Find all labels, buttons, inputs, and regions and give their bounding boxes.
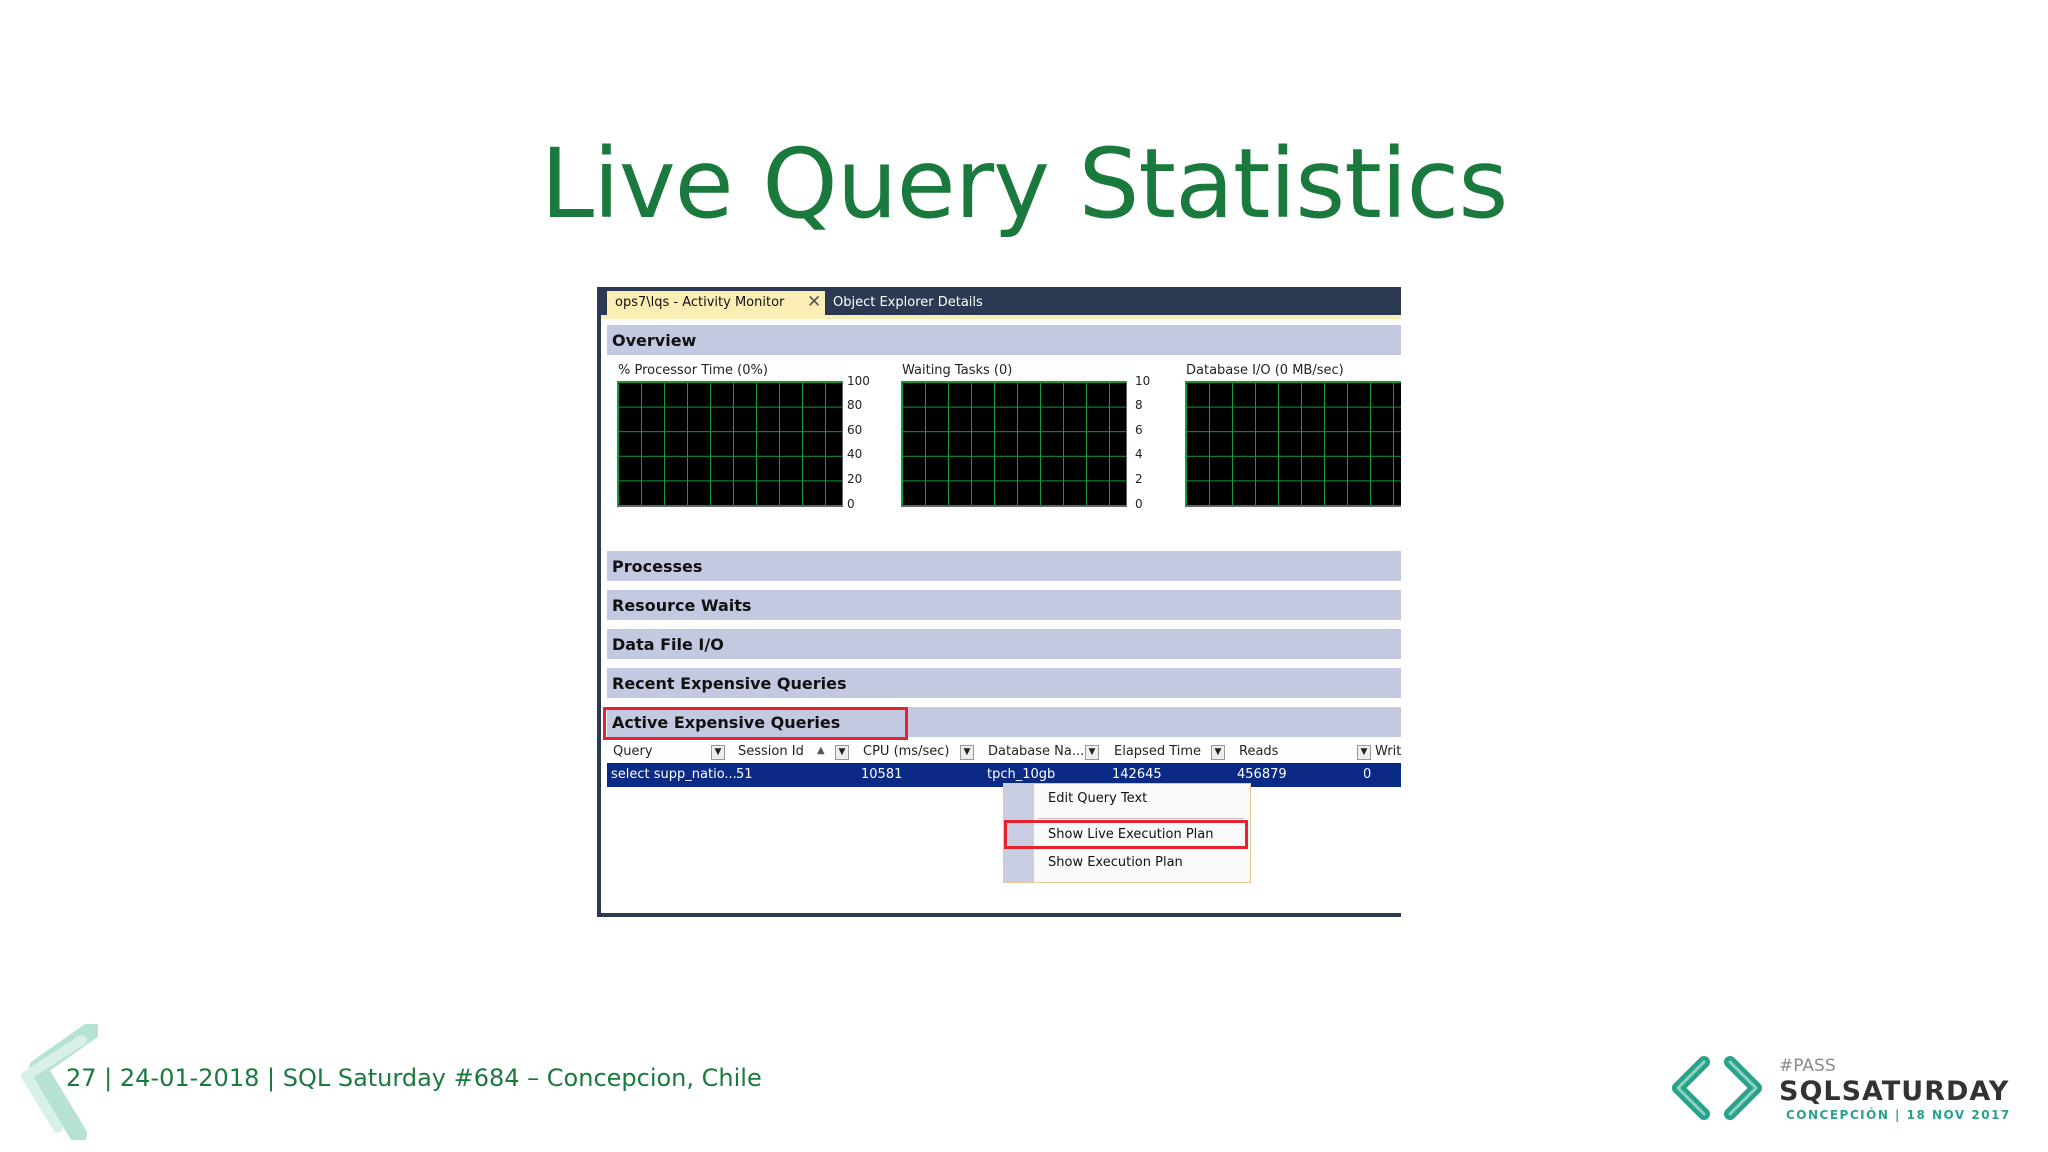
section-processes[interactable]: Processes <box>607 551 1401 581</box>
logo-name-text: SQLSATURDAY <box>1779 1076 2010 1107</box>
graph-waiting-label: Waiting Tasks (0) <box>902 363 1013 378</box>
left-border <box>597 287 601 917</box>
section-overview[interactable]: Overview <box>607 325 1401 355</box>
sort-ascending-icon: ▲ <box>817 745 825 756</box>
column-header-elapsed-time[interactable]: Elapsed Time <box>1114 744 1201 759</box>
section-recent-expensive-queries[interactable]: Recent Expensive Queries <box>607 668 1401 698</box>
cell-elapsed-time: 142645 <box>1112 767 1162 782</box>
graph-database-io <box>1185 381 1401 507</box>
axis-tick: 4 <box>1135 447 1143 461</box>
column-header-query[interactable]: Query <box>613 744 653 759</box>
axis-tick: 40 <box>847 447 863 461</box>
close-icon[interactable]: ✕ <box>807 292 821 312</box>
tab-bar: ops7\lqs - Activity Monitor ✕ Object Exp… <box>601 287 1401 315</box>
column-header-cpu[interactable]: CPU (ms/sec) <box>863 744 949 759</box>
filter-dropdown-icon[interactable]: ▼ <box>835 745 849 760</box>
axis-tick: 100 <box>847 374 870 388</box>
section-overview-label: Overview <box>612 331 697 350</box>
cell-reads: 456879 <box>1237 767 1287 782</box>
axis-tick: 8 <box>1135 398 1143 412</box>
axis-tick: 20 <box>847 472 863 486</box>
footer-text: 27 | 24-01-2018 | SQL Saturday #684 – Co… <box>66 1064 762 1092</box>
axis-tick: 10 <box>1135 374 1151 388</box>
filter-dropdown-icon[interactable]: ▼ <box>1357 745 1371 760</box>
cell-query: select supp_natio... <box>611 767 737 782</box>
section-processes-label: Processes <box>612 557 703 576</box>
graph-waiting-tasks <box>901 381 1127 507</box>
cell-session-id: 51 <box>736 767 753 782</box>
axis-tick: 2 <box>1135 472 1143 486</box>
axis-tick: 80 <box>847 398 863 412</box>
filter-dropdown-icon[interactable]: ▼ <box>1085 745 1099 760</box>
filter-dropdown-icon[interactable]: ▼ <box>1211 745 1225 760</box>
bottom-border <box>601 913 1401 917</box>
tab-activity-monitor-label: ops7\lqs - Activity Monitor <box>615 295 785 310</box>
section-data-file-io[interactable]: Data File I/O <box>607 629 1401 659</box>
menu-item-show-execution-plan[interactable]: Show Execution Plan <box>1048 855 1183 870</box>
highlight-show-live-execution-plan <box>1004 820 1248 849</box>
graph-processor-label: % Processor Time (0%) <box>618 363 768 378</box>
axis-tick: 0 <box>1135 497 1143 511</box>
filter-dropdown-icon[interactable]: ▼ <box>711 745 725 760</box>
tab-object-explorer-details[interactable]: Object Explorer Details <box>833 295 983 310</box>
sqlsaturday-logo: #PASS SQLSATURDAY CONCEPCIÓN | 18 NOV 20… <box>1664 1052 2009 1124</box>
column-header-writes[interactable]: Writes <box>1375 744 1401 759</box>
menu-separator <box>1038 818 1244 819</box>
section-resource-waits[interactable]: Resource Waits <box>607 590 1401 620</box>
tab-activity-monitor[interactable]: ops7\lqs - Activity Monitor ✕ <box>607 291 825 315</box>
logo-pass-text: #PASS <box>1779 1056 1836 1076</box>
column-header-reads[interactable]: Reads <box>1239 744 1278 759</box>
logo-subtitle-text: CONCEPCIÓN | 18 NOV 2017 <box>1786 1108 2011 1122</box>
axis-tick: 0 <box>847 497 855 511</box>
axis-tick: 6 <box>1135 423 1143 437</box>
menu-item-edit-query-text[interactable]: Edit Query Text <box>1048 791 1147 806</box>
section-recent-expensive-label: Recent Expensive Queries <box>612 674 847 693</box>
column-header-session-id[interactable]: Session Id <box>738 744 804 759</box>
highlight-active-expensive <box>603 707 908 740</box>
cell-writes: 0 <box>1363 767 1372 782</box>
tab-underline <box>601 315 1401 319</box>
column-header-database-name[interactable]: Database Na... <box>988 744 1084 759</box>
graph-database-io-label: Database I/O (0 MB/sec) <box>1186 363 1344 378</box>
slide-title: Live Query Statistics <box>540 128 1509 240</box>
graph-processor-time <box>617 381 843 507</box>
cell-database: tpch_10gb <box>987 767 1056 782</box>
grid-header: Query ▼ Session Id ▲ ▼ CPU (ms/sec) ▼ Da… <box>607 741 1401 764</box>
axis-tick: 60 <box>847 423 863 437</box>
section-resource-waits-label: Resource Waits <box>612 596 752 615</box>
activity-monitor-screenshot: ops7\lqs - Activity Monitor ✕ Object Exp… <box>597 287 1401 917</box>
cell-cpu: 10581 <box>861 767 903 782</box>
section-data-file-io-label: Data File I/O <box>612 635 724 654</box>
filter-dropdown-icon[interactable]: ▼ <box>960 745 974 760</box>
brackets-logo-icon <box>1672 1056 1762 1120</box>
